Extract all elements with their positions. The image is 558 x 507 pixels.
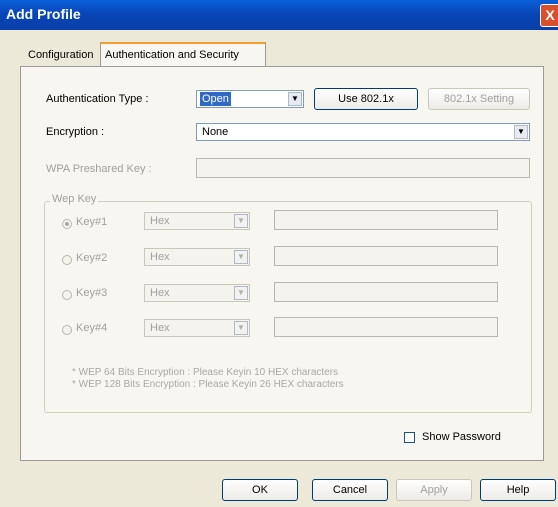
cancel-button[interactable]: Cancel — [312, 479, 388, 501]
key3-radio[interactable] — [62, 290, 72, 300]
key1-format-select[interactable]: Hex ▼ — [144, 212, 250, 230]
authentication-type-label: Authentication Type : — [46, 93, 149, 105]
key3-format-value: Hex — [150, 287, 170, 299]
key1-radio[interactable] — [62, 219, 72, 229]
use-8021x-button[interactable]: Use 802.1x — [314, 88, 418, 110]
tab-configuration[interactable]: Configuration — [24, 44, 97, 66]
chevron-down-icon: ▼ — [234, 286, 248, 300]
title-bar: Add Profile X — [0, 0, 558, 30]
authentication-type-select[interactable]: Open ▼ — [196, 90, 304, 108]
show-password-label: Show Password — [422, 431, 501, 443]
wep-key-group-title: Wep Key — [50, 193, 99, 205]
key3-format-select[interactable]: Hex ▼ — [144, 284, 250, 302]
encryption-label: Encryption : — [46, 126, 105, 138]
key2-label: Key#2 — [76, 252, 108, 264]
key3-label: Key#3 — [76, 287, 108, 299]
key1-format-value: Hex — [150, 215, 170, 227]
apply-button[interactable]: Apply — [396, 479, 472, 501]
wep-128-note: * WEP 128 Bits Encryption : Please Keyin… — [72, 379, 344, 390]
chevron-down-icon: ▼ — [288, 92, 302, 106]
chevron-down-icon: ▼ — [234, 250, 248, 264]
window-title: Add Profile — [6, 6, 81, 22]
wpa-preshared-key-label: WPA Preshared Key : — [46, 163, 152, 175]
key1-input[interactable] — [274, 210, 498, 230]
key2-input[interactable] — [274, 246, 498, 266]
key4-radio[interactable] — [62, 325, 72, 335]
wep-64-note: * WEP 64 Bits Encryption : Please Keyin … — [72, 367, 339, 378]
key4-label: Key#4 — [76, 322, 108, 334]
key1-label: Key#1 — [76, 216, 108, 228]
ok-button[interactable]: OK — [222, 479, 298, 501]
chevron-down-icon: ▼ — [234, 214, 248, 228]
key2-radio[interactable] — [62, 255, 72, 265]
key2-format-select[interactable]: Hex ▼ — [144, 248, 250, 266]
chevron-down-icon: ▼ — [514, 125, 528, 139]
key4-input[interactable] — [274, 317, 498, 337]
show-password-checkbox[interactable] — [404, 432, 415, 443]
authentication-type-value: Open — [200, 92, 231, 106]
chevron-down-icon: ▼ — [234, 321, 248, 335]
help-button[interactable]: Help — [480, 479, 556, 501]
key4-format-value: Hex — [150, 322, 170, 334]
key3-input[interactable] — [274, 282, 498, 302]
key2-format-value: Hex — [150, 251, 170, 263]
8021x-setting-button[interactable]: 802.1x Setting — [428, 88, 530, 110]
encryption-select[interactable]: None ▼ — [196, 123, 530, 141]
close-button[interactable]: X — [540, 4, 558, 27]
tab-authentication-and-security[interactable]: Authentication and Security — [100, 42, 266, 66]
key4-format-select[interactable]: Hex ▼ — [144, 319, 250, 337]
wpa-preshared-key-input[interactable] — [196, 158, 530, 178]
encryption-value: None — [202, 126, 229, 138]
